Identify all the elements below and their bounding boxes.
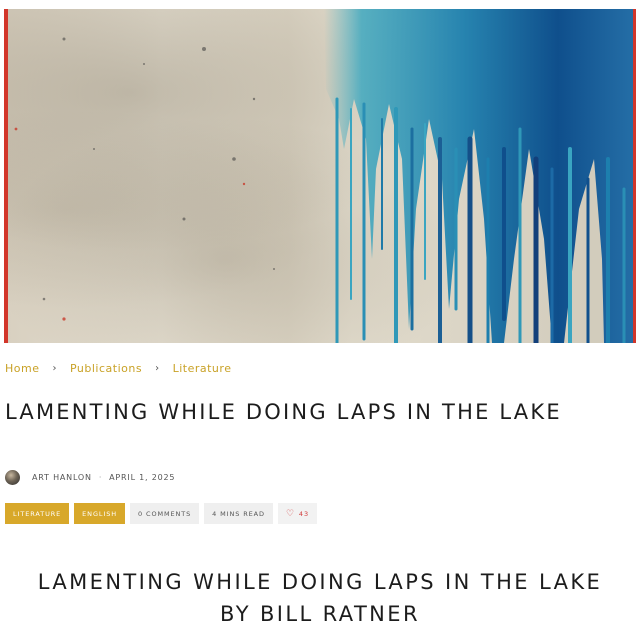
article-meta: ART HANLON · APRIL 1, 2025 xyxy=(5,469,175,486)
chevron-right-icon: › xyxy=(155,362,160,374)
comments-count[interactable]: 0 COMMENTS xyxy=(130,503,200,524)
hero-left-border xyxy=(4,9,8,343)
chevron-right-icon: › xyxy=(52,362,57,374)
language-tag[interactable]: ENGLISH xyxy=(74,503,126,524)
hero-image xyxy=(4,9,636,343)
breadcrumb-publications-link[interactable]: Publications xyxy=(70,362,142,375)
breadcrumb-home-link[interactable]: Home xyxy=(5,362,39,375)
publish-date: APRIL 1, 2025 xyxy=(109,473,176,482)
category-tag[interactable]: LITERATURE xyxy=(5,503,70,524)
author-avatar[interactable] xyxy=(5,470,20,485)
author-name[interactable]: ART HANLON xyxy=(32,473,92,482)
like-count: 43 xyxy=(298,509,309,518)
article-tags: LITERATURE ENGLISH 0 COMMENTS 4 MINS REA… xyxy=(5,503,317,524)
like-button[interactable]: ♡ 43 xyxy=(277,503,317,524)
breadcrumb-literature-link[interactable]: Literature xyxy=(173,362,232,375)
article-title: LAMENTING WHILE DOING LAPS IN THE LAKE xyxy=(5,400,562,424)
heart-icon: ♡ xyxy=(285,508,295,519)
hero-right-border xyxy=(633,9,636,343)
read-time: 4 MINS READ xyxy=(204,503,273,524)
breadcrumb: Home › Publications › Literature xyxy=(5,360,231,376)
meta-separator: · xyxy=(98,473,103,482)
content-heading: LAMENTING WHILE DOING LAPS IN THE LAKE B… xyxy=(37,570,603,626)
